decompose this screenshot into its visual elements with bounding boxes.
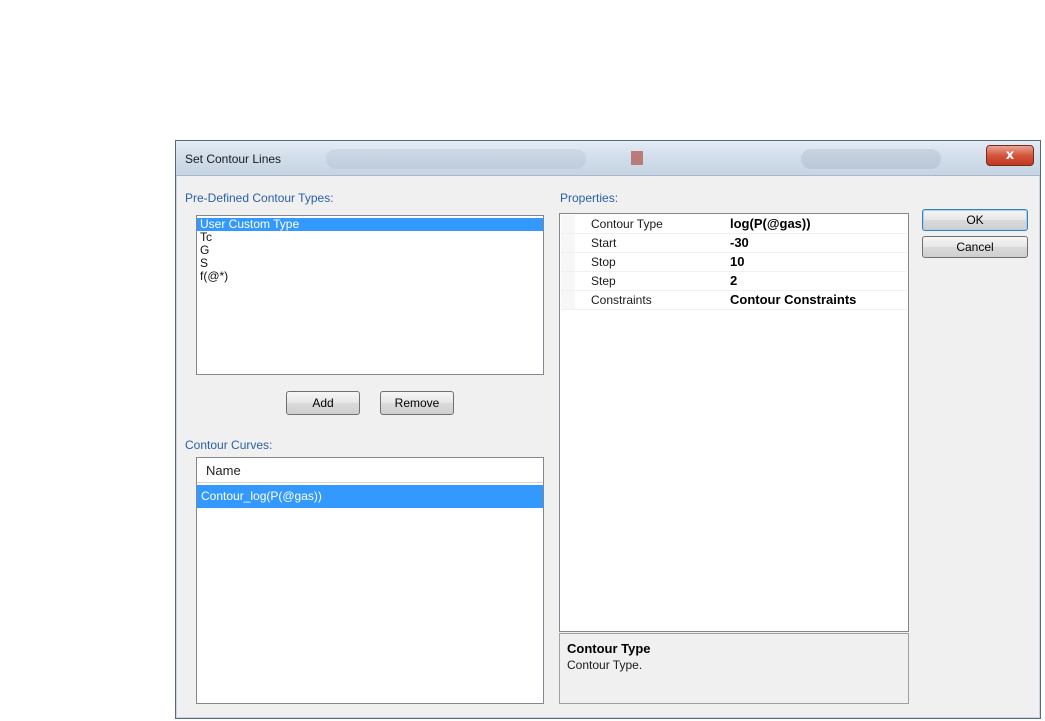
property-name: Stop [591, 255, 616, 269]
predefined-types-list[interactable]: User Custom Type Tc G S f(@*) [196, 215, 544, 375]
property-value[interactable]: -30 [730, 235, 749, 250]
property-row-contour-type[interactable]: Contour Type log(P(@gas)) [561, 215, 907, 234]
title-bar-decoration [801, 149, 941, 169]
title-bar-decoration [326, 149, 586, 169]
set-contour-lines-dialog: Set Contour Lines x Pre-Defined Contour … [175, 140, 1041, 719]
ok-button[interactable]: OK [922, 209, 1028, 231]
property-value[interactable]: Contour Constraints [730, 292, 856, 307]
row-gutter [561, 253, 575, 271]
row-gutter [561, 234, 575, 252]
predefined-types-label: Pre-Defined Contour Types: [185, 191, 334, 205]
property-description-panel: Contour Type Contour Type. [559, 633, 909, 704]
title-bar-decoration [631, 151, 643, 165]
remove-button[interactable]: Remove [380, 391, 454, 415]
properties-grid[interactable]: Contour Type log(P(@gas)) Start -30 Stop… [559, 213, 909, 632]
description-text: Contour Type. [567, 658, 643, 672]
property-name: Step [591, 274, 616, 288]
property-name: Start [591, 236, 617, 250]
contour-curves-label: Contour Curves: [185, 438, 273, 452]
cancel-button[interactable]: Cancel [922, 236, 1028, 258]
close-icon: x [1005, 148, 1015, 163]
list-item[interactable]: Tc [197, 231, 543, 244]
add-button[interactable]: Add [286, 391, 360, 415]
row-gutter [561, 215, 575, 233]
property-value[interactable]: 10 [730, 254, 744, 269]
property-name: Constraints [591, 293, 652, 307]
window-title: Set Contour Lines [185, 152, 282, 166]
property-row-constraints[interactable]: Constraints Contour Constraints [561, 291, 907, 310]
row-gutter [561, 272, 575, 290]
table-row[interactable]: Contour_log(P(@gas)) [197, 485, 543, 508]
property-row-step[interactable]: Step 2 [561, 272, 907, 291]
close-button[interactable]: x [986, 145, 1034, 166]
title-bar[interactable]: Set Contour Lines x [176, 141, 1040, 176]
contour-curves-list[interactable]: Name Contour_log(P(@gas)) [196, 457, 544, 704]
property-row-start[interactable]: Start -30 [561, 234, 907, 253]
property-value[interactable]: log(P(@gas)) [730, 216, 811, 231]
list-item[interactable]: User Custom Type [197, 218, 543, 231]
properties-label: Properties: [560, 191, 619, 205]
description-title: Contour Type [567, 641, 651, 656]
property-row-stop[interactable]: Stop 10 [561, 253, 907, 272]
row-gutter [561, 291, 575, 309]
property-name: Contour Type [591, 217, 663, 231]
property-value[interactable]: 2 [730, 273, 737, 288]
list-item[interactable]: S [197, 257, 543, 270]
list-item[interactable]: f(@*) [197, 270, 543, 283]
name-column-header[interactable]: Name [197, 458, 543, 483]
list-item[interactable]: G [197, 244, 543, 257]
